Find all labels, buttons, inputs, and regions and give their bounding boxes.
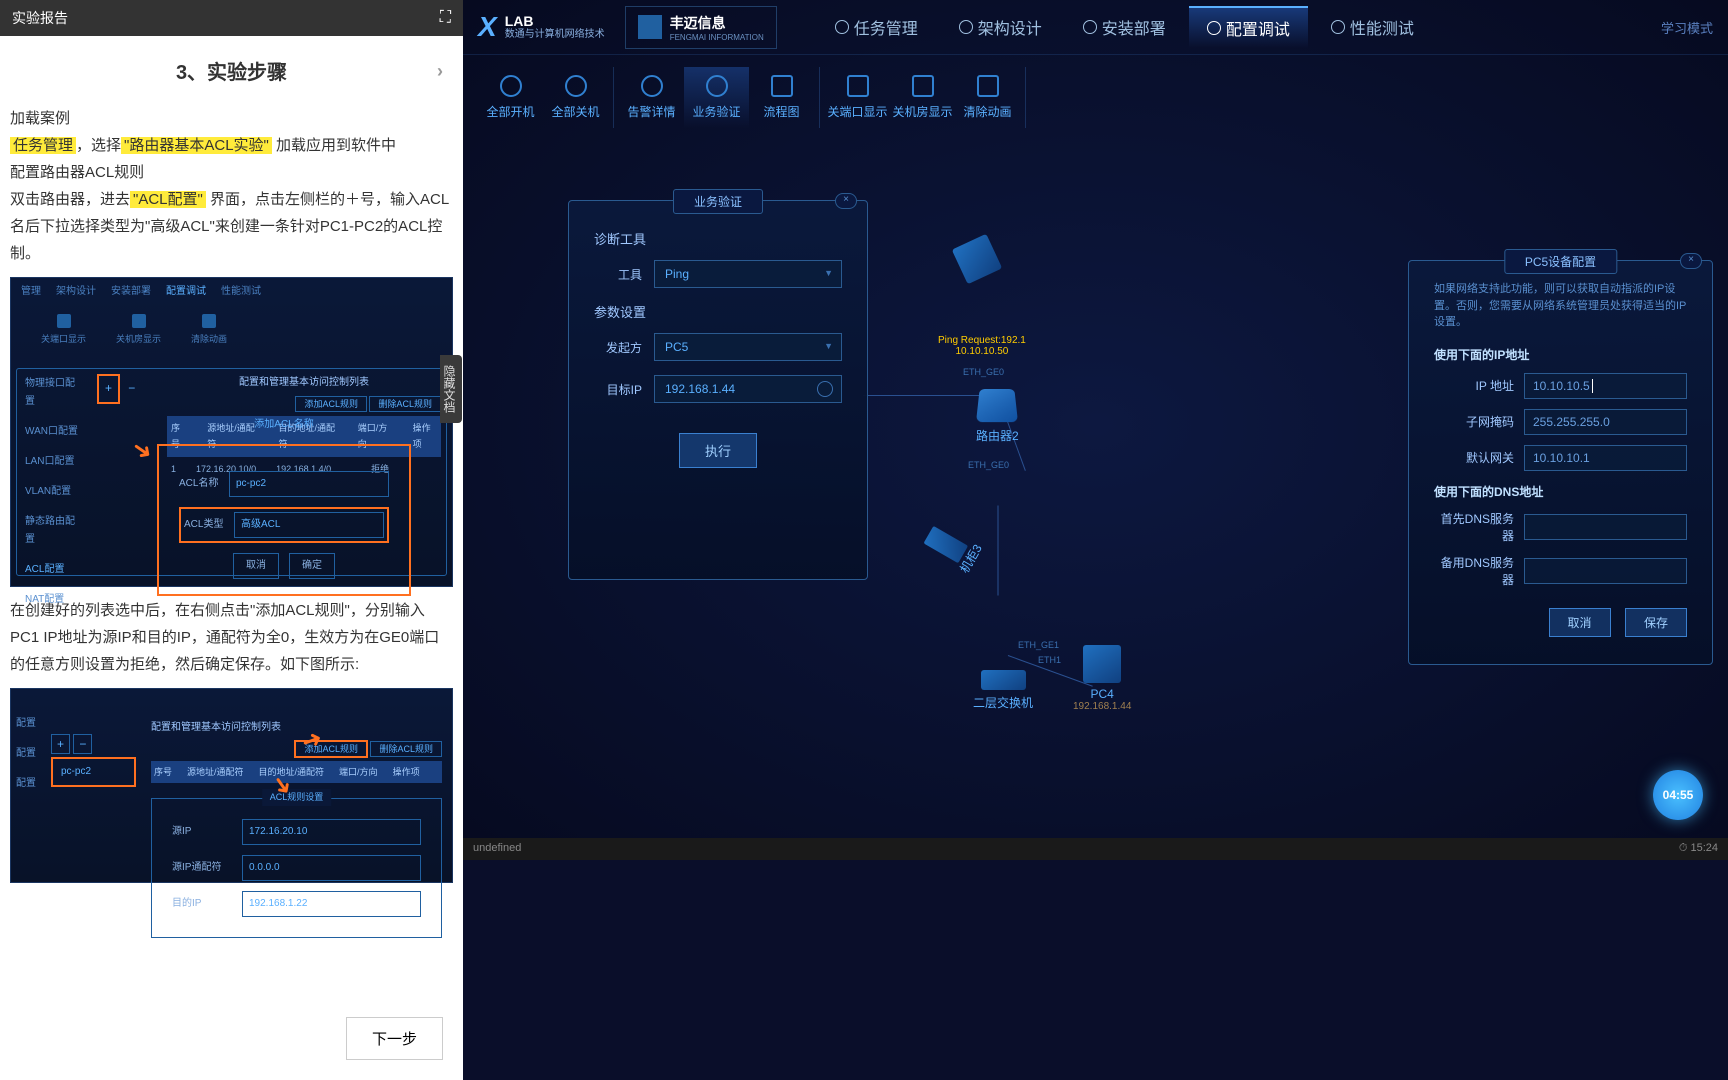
pc-icon [1083, 645, 1121, 683]
gear-icon [1083, 20, 1097, 34]
ping-animation: Ping Request:192.1 10.10.10.50 [938, 335, 1026, 357]
execute-button[interactable]: 执行 [679, 433, 757, 468]
gear-icon [835, 20, 849, 34]
next-step-button[interactable]: 下一步 [346, 1017, 443, 1060]
nav-config-debug[interactable]: 配置调试 [1189, 6, 1308, 48]
status-text: undefined [473, 842, 521, 856]
status-time: ⏱ 15:24 [1679, 842, 1718, 856]
flow-icon [771, 75, 793, 97]
ip-address-input[interactable]: 10.10.10.5 [1524, 373, 1687, 399]
switch-icon [981, 670, 1026, 690]
alarm-icon [641, 75, 663, 97]
tool-all-on[interactable]: 全部开机 [478, 67, 543, 128]
power-icon [500, 75, 522, 97]
tool-all-off[interactable]: 全部关机 [543, 67, 608, 128]
cancel-button[interactable]: 取消 [1549, 608, 1611, 637]
tool-verify[interactable]: 业务验证 [684, 67, 749, 128]
screenshot-acl-create: 管理 架构设计 安装部署 配置调试 性能测试 关端口显示 关机房显示 清除动画 … [10, 277, 453, 587]
doc-header: 实验报告 ⛶ [0, 0, 463, 36]
pc5-config-panel: PC5设备配置 × 如果网络支持此功能，则可以获取自动指派的IP设置。否则，您需… [1408, 260, 1713, 665]
status-bar: undefined ⏱ 15:24 [463, 838, 1728, 860]
main-nav: 任务管理 架构设计 安装部署 配置调试 性能测试 [817, 6, 1432, 48]
nav-arch-design[interactable]: 架构设计 [941, 6, 1060, 48]
screenshot-acl-rule: 配置 配置 配置 + − pc-pc2 配置和管理基本访问控制列表 添加ACL规… [10, 688, 453, 883]
tool-select[interactable]: Ping [654, 260, 842, 288]
doc-section-title: 3、实验步骤 › [0, 36, 463, 105]
gateway-input[interactable]: 10.10.10.1 [1524, 445, 1687, 471]
node-switch[interactable]: 二层交换机 [973, 660, 1033, 711]
tool-clear-anim[interactable]: 清除动画 [955, 67, 1020, 128]
fingerprint-icon[interactable] [817, 381, 833, 397]
close-icon[interactable]: × [1680, 253, 1702, 269]
study-mode-link[interactable]: 学习模式 [1661, 18, 1713, 37]
simulator-panel: X LAB数通与计算机网络技术 丰迈信息FENGMAI INFORMATION … [463, 0, 1728, 850]
port-icon [847, 75, 869, 97]
power-off-icon [565, 75, 587, 97]
text-cursor-icon [1592, 379, 1593, 393]
nav-install[interactable]: 安装部署 [1065, 6, 1184, 48]
dns1-input[interactable] [1524, 514, 1687, 540]
toolbar: 全部开机 全部关机 告警详情 业务验证 流程图 关端口显示 关机房显示 清除动画 [463, 55, 1728, 140]
doc-header-title: 实验报告 [12, 8, 68, 28]
doc-body: 加载案例 任务管理，选择"路由器基本ACL实验" 加载应用到软件中 配置路由器A… [0, 105, 463, 883]
target-ip-input[interactable]: 192.168.1.44 [654, 375, 842, 403]
node-pc5[interactable] [958, 240, 996, 282]
brand-box: 丰迈信息FENGMAI INFORMATION [625, 6, 777, 49]
clear-icon [977, 75, 999, 97]
timer-badge[interactable]: 04:55 [1653, 770, 1703, 820]
laptop-icon [952, 234, 1002, 284]
app-logo: X LAB数通与计算机网络技术 [478, 11, 605, 43]
chevron-right-icon[interactable]: › [437, 61, 443, 82]
save-button[interactable]: 保存 [1625, 608, 1687, 637]
diagnosis-panel: 业务验证 × 诊断工具 工具 Ping 参数设置 发起方 PC5 目标IP 19… [568, 200, 868, 580]
fullscreen-icon[interactable]: ⛶ [440, 9, 451, 27]
gear-icon [959, 20, 973, 34]
room-icon [912, 75, 934, 97]
tool-flowchart[interactable]: 流程图 [749, 67, 814, 128]
tool-alarm[interactable]: 告警详情 [619, 67, 684, 128]
node-rack3[interactable]: 机柜3 [921, 521, 986, 576]
close-icon[interactable]: × [835, 193, 857, 209]
dns2-input[interactable] [1524, 558, 1687, 584]
hide-doc-tab[interactable]: 隐藏文档 [440, 355, 462, 423]
panel-title: 业务验证 [673, 189, 763, 214]
app-header: X LAB数通与计算机网络技术 丰迈信息FENGMAI INFORMATION … [463, 0, 1728, 55]
node-router2[interactable]: 路由器2 [976, 385, 1019, 444]
topology-canvas[interactable]: 业务验证 × 诊断工具 工具 Ping 参数设置 发起方 PC5 目标IP 19… [463, 140, 1728, 850]
router-icon [976, 389, 1018, 422]
panel-title: PC5设备配置 [1504, 249, 1617, 274]
gear-icon [1331, 20, 1345, 34]
gear-icon [1207, 21, 1221, 35]
tool-room-display[interactable]: 关机房显示 [890, 67, 955, 128]
experiment-report-panel: 实验报告 ⛶ 3、实验步骤 › 加载案例 任务管理，选择"路由器基本ACL实验"… [0, 0, 463, 1080]
brand-icon [638, 15, 662, 39]
sender-select[interactable]: PC5 [654, 333, 842, 361]
node-pc4[interactable]: PC4 192.168.1.44 [1073, 645, 1131, 712]
subnet-mask-input[interactable]: 255.255.255.0 [1524, 409, 1687, 435]
nav-task-mgmt[interactable]: 任务管理 [817, 6, 936, 48]
check-icon [706, 75, 728, 97]
nav-perf-test[interactable]: 性能测试 [1313, 6, 1432, 48]
tool-port-display[interactable]: 关端口显示 [825, 67, 890, 128]
